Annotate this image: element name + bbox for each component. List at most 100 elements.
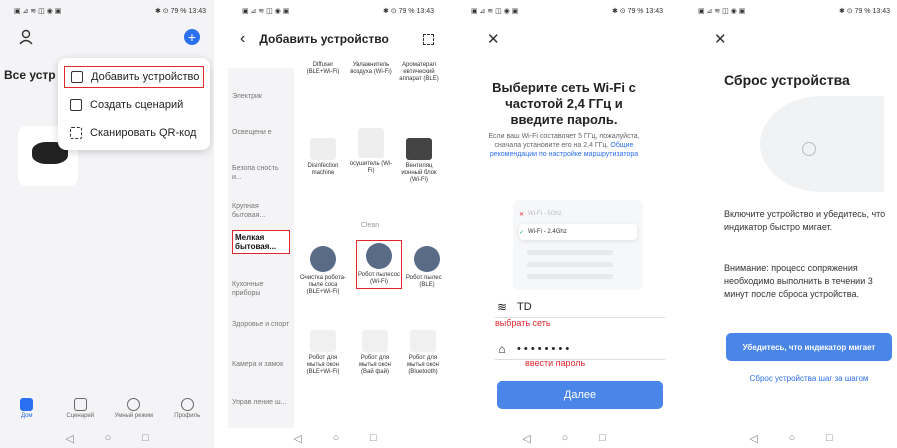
user-icon[interactable] (18, 29, 34, 45)
product-item[interactable]: Очистка робота-пыле coca (BLE+Wi-Fi) (300, 246, 346, 296)
robot-image (414, 246, 440, 272)
robot-image (310, 246, 336, 272)
product-label: Вентиляц ионный блок (Wi-Fi) (401, 163, 437, 183)
menu-create-scene[interactable]: Создать сценарий (64, 94, 204, 116)
add-menu: Добавить устройство Создать сценарий Ска… (58, 58, 210, 150)
device-reset-image (760, 96, 884, 192)
window-robot-image (310, 330, 336, 352)
nav-back-button[interactable]: ◁ (65, 432, 73, 445)
screens: ▣ ⊿ ≋ ◫ ◉ ▣ ✱ ⊙ 79 % 13:43 + Все устр До… (0, 0, 897, 448)
product-item[interactable]: Робот пылесос (BLE) (404, 246, 442, 289)
menu-scan-qr-label: Сканировать QR-код (90, 127, 197, 139)
password-field[interactable]: ⌂ • • • • • • • • (495, 338, 665, 360)
category-item[interactable]: Освещени е (232, 128, 290, 137)
nav-home-button[interactable]: ○ (105, 432, 112, 444)
nav-back-button[interactable]: ◁ (522, 432, 530, 445)
nav-back-button[interactable]: ◁ (293, 432, 301, 445)
wifi-5ghz-label: Wi-Fi - 5Ghz (528, 211, 562, 217)
product-label: Робот для мытья окон (BLE+Wi-Fi) (306, 355, 340, 375)
reset-device-screen: ▣ ⊿ ≋ ◫ ◉ ▣ ✱ ⊙ 79 % 13:43 ✕ Сброс устро… (684, 0, 897, 448)
next-button[interactable]: Далее (497, 381, 663, 409)
close-icon[interactable]: ✕ (487, 30, 500, 48)
bottom-tab-bar: Дом Сценарий Умный режим Профиль (0, 394, 214, 428)
product-label: Disinfection machine (307, 163, 339, 176)
check-icon: ✓ (519, 229, 525, 236)
wifi-description: Если ваш Wi-Fi составляет 5 ГГц, пожалуй… (475, 132, 653, 159)
product-label: осушитель (Wi-Fi) (349, 161, 393, 174)
nav-recent-button[interactable]: □ (142, 432, 149, 444)
menu-create-scene-label: Создать сценарий (90, 99, 184, 111)
product-item[interactable]: Diffuser (BLE+Wi-Fi) (300, 62, 346, 76)
category-item[interactable]: Безопа сность и... (232, 164, 290, 182)
network-annotation: выбрать сеть (495, 318, 551, 328)
product-label: Diffuser (BLE+Wi-Fi) (306, 62, 340, 75)
category-item[interactable]: Управ ление ш... (232, 398, 290, 407)
product-item[interactable]: Увлажнитель воздуха (Wi-Fi) (348, 62, 394, 76)
create-scene-icon (70, 99, 82, 111)
home-screen: ▣ ⊿ ≋ ◫ ◉ ▣ ✱ ⊙ 79 % 13:43 + Все устр До… (0, 0, 214, 448)
confirm-indicator-button[interactable]: Убедитесь, что индикатор мигает (726, 333, 892, 361)
smart-icon (127, 398, 141, 411)
tab-scenario[interactable]: Сценарий (60, 394, 100, 428)
network-field[interactable]: ≋ TD (495, 296, 665, 318)
network-value: TD (517, 300, 532, 313)
reset-instructions: Включите устройство и убедитесь, что инд… (724, 209, 886, 232)
category-item[interactable]: Здоровье и спорт (232, 320, 290, 329)
product-item[interactable]: Робот для мытья окон (Bluetooth) (400, 330, 442, 376)
status-bar: ▣ ⊿ ≋ ◫ ◉ ▣ ✱ ⊙ 79 % 13:43 (684, 0, 897, 22)
product-item[interactable]: Вентиляц ионный блок (Wi-Fi) (396, 138, 442, 184)
system-nav-bar: ◁ ○ □ (228, 428, 442, 448)
menu-add-device[interactable]: Добавить устройство (64, 66, 204, 88)
status-icons: ▣ ⊿ ≋ ◫ ◉ ▣ (14, 8, 62, 15)
category-item[interactable]: Камера и замок (232, 360, 290, 369)
status-battery: ✱ ⊙ 79 % 13:43 (382, 8, 434, 15)
password-annotation: ввести пароль (525, 358, 586, 368)
tab-smart-label: Умный режим (114, 413, 153, 419)
category-item[interactable]: Крупная бытовая... (232, 202, 290, 220)
nav-home-button[interactable]: ○ (562, 432, 569, 444)
category-item[interactable]: Электрик (232, 92, 290, 101)
placeholder-line (527, 274, 613, 279)
window-robot-image (410, 330, 436, 352)
product-item-highlighted[interactable]: Робот пылесос (Wi-Fi) (356, 240, 402, 289)
product-image (358, 128, 384, 158)
back-icon[interactable]: ‹ (240, 30, 245, 48)
status-icons: ▣ ⊿ ≋ ◫ ◉ ▣ (698, 8, 746, 15)
product-item[interactable]: Робот для мытья окон (BLE+Wi-Fi) (300, 330, 346, 376)
add-device-screen: ▣ ⊿ ≋ ◫ ◉ ▣ ✱ ⊙ 79 % 13:43 ‹ Добавить ус… (228, 0, 442, 448)
reset-guide-link[interactable]: Сброс устройства шаг за шагом (726, 374, 892, 383)
product-item[interactable]: Ароматерап евтический аппарат (BLE) (396, 62, 442, 83)
reset-title: Сброс устройства (724, 72, 850, 88)
nav-recent-button[interactable]: □ (370, 432, 377, 444)
tab-smart[interactable]: Умный режим (114, 394, 154, 428)
wifi-24ghz-label: Wi-Fi - 2.4Ghz (528, 229, 567, 235)
window-robot-image (362, 330, 388, 352)
product-item[interactable]: Disinfection machine (300, 138, 346, 177)
system-nav-bar: ◁ ○ □ (0, 428, 214, 448)
tab-home-label: Дом (20, 413, 33, 419)
scan-icon[interactable] (423, 33, 434, 45)
tab-profile[interactable]: Профиль (167, 394, 207, 428)
password-value: • • • • • • • • (517, 342, 570, 355)
profile-icon (180, 398, 194, 411)
category-item-selected[interactable]: Мелкая бытовая... (232, 230, 290, 254)
close-icon[interactable]: ✕ (714, 30, 727, 48)
add-icon[interactable]: + (184, 29, 200, 45)
product-item[interactable]: осушитель (Wi-Fi) (348, 128, 394, 175)
nav-home-button[interactable]: ○ (333, 432, 340, 444)
status-icons: ▣ ⊿ ≋ ◫ ◉ ▣ (471, 8, 519, 15)
nav-back-button[interactable]: ◁ (749, 432, 757, 445)
robot-image (366, 243, 392, 269)
nav-recent-button[interactable]: □ (599, 432, 606, 444)
category-list: Электрик Освещени е Безопа сность и... К… (228, 68, 294, 428)
cross-icon: ✕ (519, 211, 525, 218)
menu-scan-qr[interactable]: Сканировать QR-код (64, 122, 204, 144)
status-bar: ▣ ⊿ ≋ ◫ ◉ ▣ ✱ ⊙ 79 % 13:43 (228, 0, 442, 22)
category-item[interactable]: Кухонные приборы (232, 280, 290, 298)
placeholder-line (527, 250, 613, 255)
product-item[interactable]: Робот для мытья окон (Вай фай) (352, 330, 398, 376)
nav-recent-button[interactable]: □ (826, 432, 833, 444)
product-label: Робот пылесос (BLE) (406, 275, 442, 288)
nav-home-button[interactable]: ○ (789, 432, 796, 444)
tab-home[interactable]: Дом (7, 394, 47, 428)
